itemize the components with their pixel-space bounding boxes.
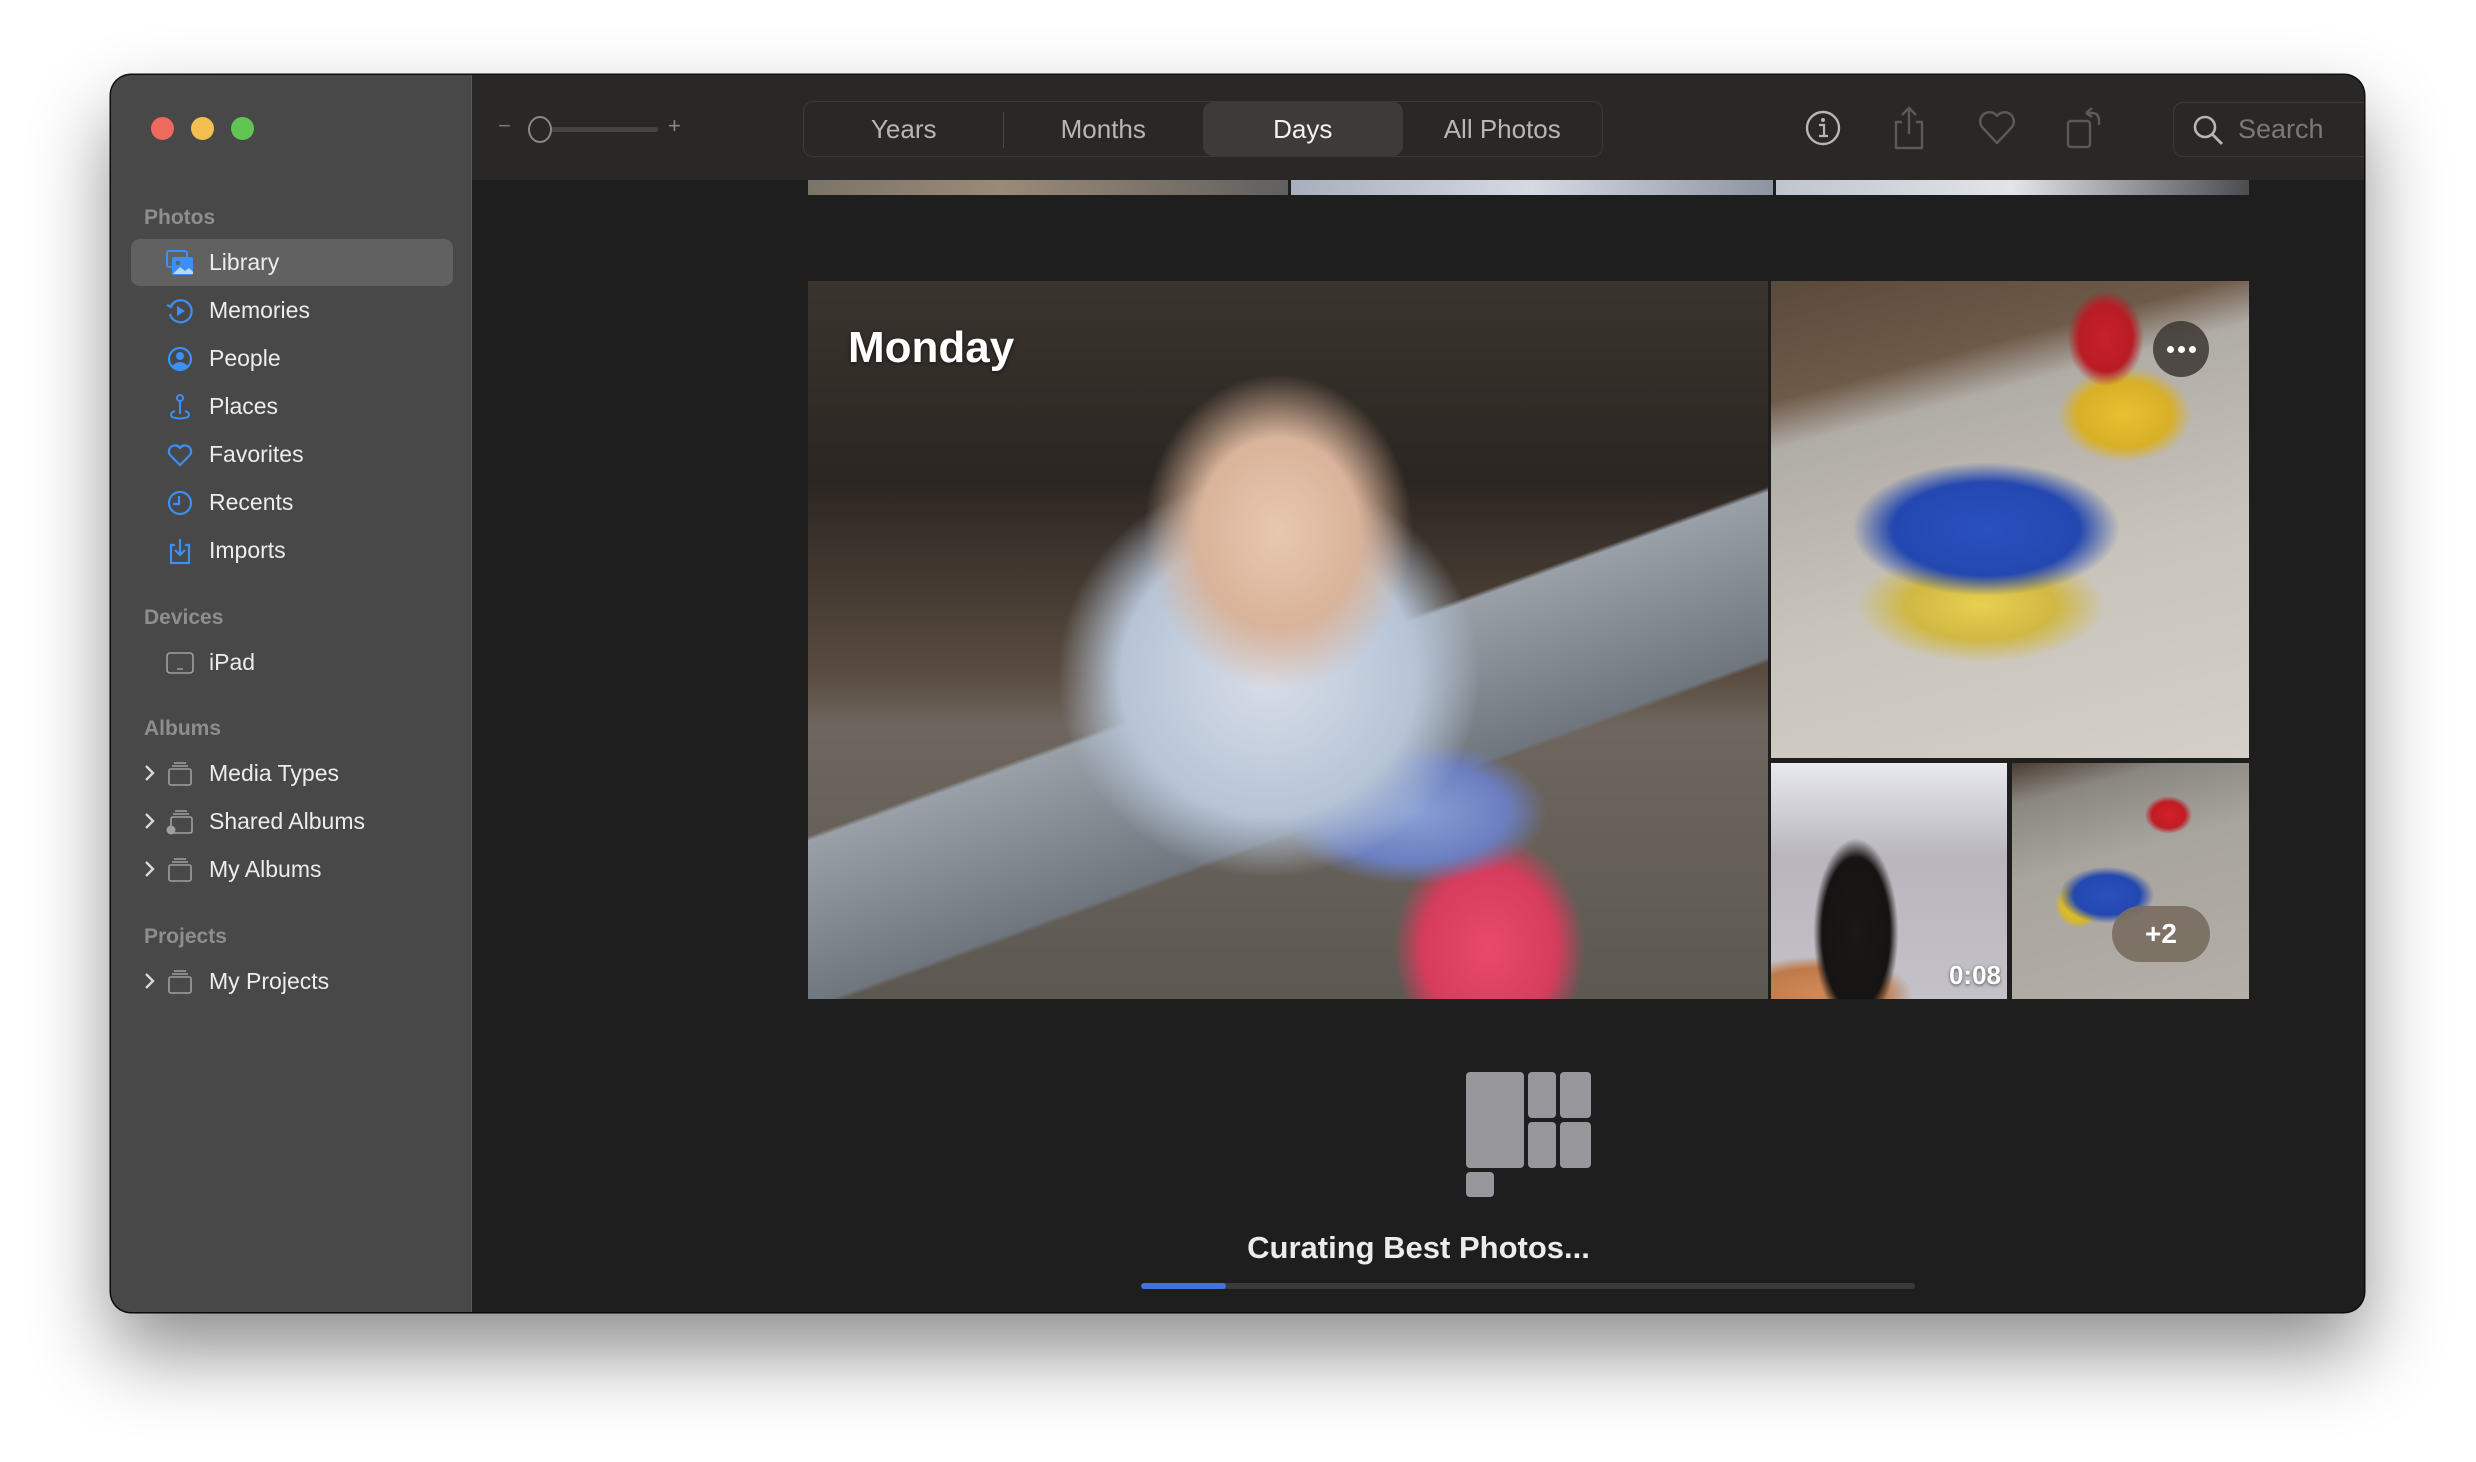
places-icon (165, 392, 195, 422)
curating-progress-bar (1141, 1283, 1915, 1289)
sidebar-item-recents[interactable]: Recents (131, 479, 453, 526)
more-options-button[interactable] (2153, 321, 2209, 377)
people-icon (165, 344, 195, 374)
sidebar-item-places[interactable]: Places (131, 383, 453, 430)
zoom-in-label: + (668, 113, 681, 138)
photos-window: Photos Library Memories People Places Fa… (111, 75, 2364, 1312)
rotate-icon[interactable] (2062, 105, 2104, 151)
tab-days[interactable]: Days (1203, 102, 1403, 156)
section-label-photos: Photos (144, 206, 216, 229)
import-icon (165, 536, 195, 566)
heart-icon (165, 440, 195, 470)
sidebar-item-label: My Projects (209, 968, 330, 994)
minimize-button[interactable] (191, 117, 214, 140)
sidebar-item-library[interactable]: Library (131, 239, 453, 286)
sidebar-item-my-projects[interactable]: My Projects (131, 958, 453, 1005)
memories-icon (165, 296, 195, 326)
sidebar-item-label: Favorites (209, 441, 304, 467)
sidebar-item-label: Memories (209, 297, 310, 323)
sidebar-item-ipad[interactable]: iPad (131, 639, 453, 686)
photo-library-content: Monday 0:08 +2 Curating Best Photos... (473, 180, 2364, 1312)
sidebar-item-label: iPad (209, 649, 256, 675)
chevron-right-icon[interactable] (143, 763, 157, 783)
photo-thumbnail[interactable] (1291, 180, 1773, 195)
sidebar: Photos Library Memories People Places Fa… (111, 75, 472, 1312)
tab-label: Years (870, 113, 937, 144)
toolbar: − + Years Months Days All Photos Search (472, 75, 2364, 180)
progress-fill (1141, 1283, 1227, 1289)
clock-icon (165, 488, 195, 518)
share-icon[interactable] (1888, 105, 1930, 151)
sidebar-item-label: People (209, 345, 281, 371)
curating-subtitle: Leave device connected to power (473, 1308, 2364, 1312)
view-segmented-control: Years Months Days All Photos (803, 101, 1603, 157)
photo-thumbnail[interactable]: +2 (2012, 763, 2249, 999)
curating-grid-icon (1466, 1072, 1591, 1197)
photo-thumbnail[interactable] (1776, 180, 2249, 195)
sidebar-item-label: Library (209, 249, 280, 275)
sidebar-item-shared-albums[interactable]: Shared Albums (131, 798, 453, 845)
zoom-slider[interactable]: − + (498, 113, 681, 145)
tab-all-photos[interactable]: All Photos (1403, 102, 1603, 156)
sidebar-item-label: Recents (209, 489, 294, 515)
sidebar-item-my-albums[interactable]: My Albums (131, 846, 453, 893)
search-field[interactable]: Search (2173, 102, 2364, 157)
info-icon[interactable] (1802, 105, 1844, 151)
close-button[interactable] (151, 117, 174, 140)
tab-label: Months (1060, 113, 1146, 144)
tab-label: Days (1273, 113, 1333, 144)
window-controls (151, 117, 254, 140)
chevron-right-icon[interactable] (143, 971, 157, 991)
sidebar-item-label: Places (209, 393, 279, 419)
search-placeholder: Search (2238, 114, 2324, 144)
section-label-albums: Albums (144, 717, 222, 740)
sidebar-item-label: Imports (209, 537, 286, 563)
album-stack-icon (165, 967, 195, 997)
photo-thumbnail[interactable] (1771, 281, 2249, 758)
shared-album-icon (165, 807, 195, 837)
tab-months[interactable]: Months (1004, 102, 1204, 156)
section-label-devices: Devices (144, 606, 224, 629)
zoom-slider-knob[interactable] (528, 116, 552, 143)
favorite-heart-icon[interactable] (1976, 105, 2018, 151)
sidebar-item-media-types[interactable]: Media Types (131, 750, 453, 797)
photo-featured[interactable]: Monday (808, 281, 1768, 999)
day-label: Monday (848, 323, 1015, 372)
video-thumbnail[interactable]: 0:08 (1771, 763, 2007, 999)
search-icon (2193, 115, 2223, 145)
video-duration: 0:08 (1948, 960, 2001, 990)
section-label-projects: Projects (144, 925, 227, 948)
album-stack-icon (165, 855, 195, 885)
chevron-right-icon[interactable] (143, 859, 157, 879)
zoom-button[interactable] (231, 117, 254, 140)
tab-label: All Photos (1443, 113, 1561, 144)
sidebar-item-label: Media Types (209, 760, 339, 786)
sidebar-item-people[interactable]: People (131, 335, 453, 382)
album-stack-icon (165, 759, 195, 789)
ipad-icon (165, 648, 195, 678)
library-icon (165, 248, 195, 278)
sidebar-item-imports[interactable]: Imports (131, 527, 453, 574)
tab-years[interactable]: Years (804, 102, 1004, 156)
more-icon (2166, 345, 2174, 353)
photo-thumbnail[interactable] (808, 180, 1288, 195)
chevron-right-icon[interactable] (143, 811, 157, 831)
zoom-out-label: − (498, 113, 511, 138)
sidebar-item-label: Shared Albums (209, 808, 365, 834)
more-icon-dot (2188, 345, 2196, 353)
sidebar-item-favorites[interactable]: Favorites (131, 431, 453, 478)
additional-photos-badge[interactable]: +2 (2112, 906, 2210, 962)
curating-title: Curating Best Photos... (1247, 1230, 1590, 1265)
more-icon-dot (2177, 345, 2185, 353)
sidebar-item-memories[interactable]: Memories (131, 287, 453, 334)
sidebar-item-label: My Albums (209, 856, 322, 882)
